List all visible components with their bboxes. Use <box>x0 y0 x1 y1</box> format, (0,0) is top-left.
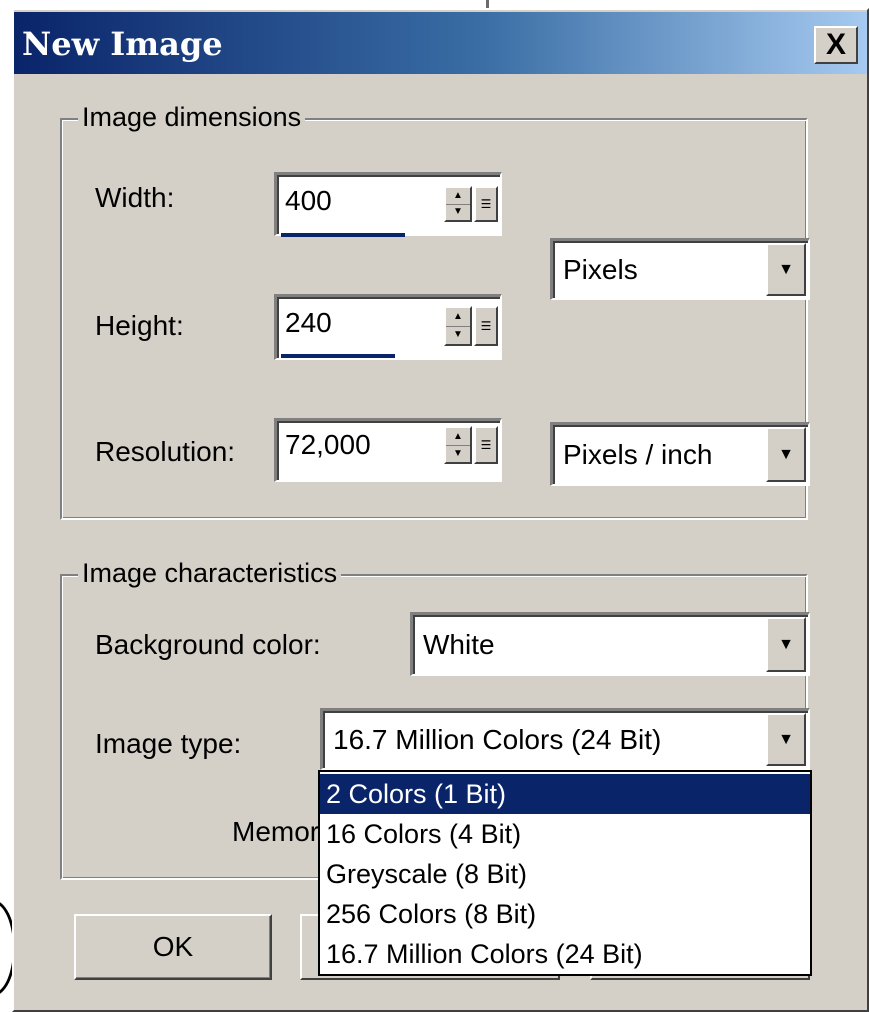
chevron-down-icon[interactable]: ▼ <box>766 427 806 482</box>
backdrop-left <box>0 0 12 1012</box>
chevron-down-icon[interactable]: ▼ <box>766 243 806 296</box>
spin-menu-icon: ☰ <box>480 319 492 333</box>
resolution-unit-select[interactable]: Pixels / inch ▼ <box>550 422 810 486</box>
height-spin-menu[interactable]: ☰ <box>474 306 498 346</box>
image-type-select[interactable]: 16.7 Million Colors (24 Bit) ▼ <box>320 708 810 770</box>
height-spinner[interactable]: ▲ ▼ <box>444 306 472 346</box>
close-icon: X <box>825 28 846 61</box>
spin-up-arrow-icon[interactable]: ▲ <box>446 428 470 446</box>
resolution-unit-value: Pixels / inch <box>563 438 713 470</box>
resolution-spinner[interactable]: ▲ ▼ <box>444 426 472 464</box>
list-item[interactable]: 256 Colors (8 Bit) <box>320 894 810 934</box>
spin-menu-icon: ☰ <box>480 438 492 452</box>
height-input-underline <box>281 354 395 358</box>
list-item[interactable]: 2 Colors (1 Bit) <box>320 774 810 814</box>
spin-menu-icon: ☰ <box>480 197 492 211</box>
list-item[interactable]: Greyscale (8 Bit) <box>320 854 810 894</box>
image-dimensions-legend: Image dimensions <box>78 100 306 134</box>
size-unit-value: Pixels <box>563 253 638 285</box>
spin-down-arrow-icon[interactable]: ▼ <box>446 445 470 462</box>
image-characteristics-legend: Image characteristics <box>78 556 342 590</box>
image-type-label: Image type: <box>95 728 242 759</box>
spin-down-arrow-icon[interactable]: ▼ <box>446 326 470 344</box>
ok-button-label: OK <box>152 931 194 962</box>
spin-down-arrow-icon[interactable]: ▼ <box>446 204 470 220</box>
spin-up-arrow-icon[interactable]: ▲ <box>446 188 470 205</box>
chevron-down-icon[interactable]: ▼ <box>766 617 806 672</box>
image-type-value: 16.7 Million Colors (24 Bit) <box>333 723 662 755</box>
background-color-value: White <box>423 628 495 660</box>
memory-label: Memor <box>232 816 320 847</box>
close-button[interactable]: X <box>814 26 858 64</box>
dialog-title: New Image <box>22 25 223 63</box>
ok-button[interactable]: OK <box>74 914 272 980</box>
backdrop-top <box>12 0 869 8</box>
background-color-select[interactable]: White ▼ <box>410 612 810 676</box>
resolution-label: Resolution: <box>95 436 236 467</box>
background-color-label: Background color: <box>95 629 321 660</box>
width-spinner[interactable]: ▲ ▼ <box>444 186 472 222</box>
spin-up-arrow-icon[interactable]: ▲ <box>446 308 470 327</box>
chevron-down-icon[interactable]: ▼ <box>766 713 806 766</box>
list-item[interactable]: 16 Colors (4 Bit) <box>320 814 810 854</box>
width-spin-menu[interactable]: ☰ <box>474 186 498 222</box>
list-item[interactable]: 16.7 Million Colors (24 Bit) <box>320 934 810 974</box>
width-label: Width: <box>95 182 175 213</box>
height-label: Height: <box>95 310 184 341</box>
image-type-dropdown-list[interactable]: 2 Colors (1 Bit) 16 Colors (4 Bit) Greys… <box>318 770 812 976</box>
resolution-spin-menu[interactable]: ☰ <box>474 426 498 464</box>
width-input-underline <box>281 233 405 237</box>
size-unit-select[interactable]: Pixels ▼ <box>550 238 810 300</box>
